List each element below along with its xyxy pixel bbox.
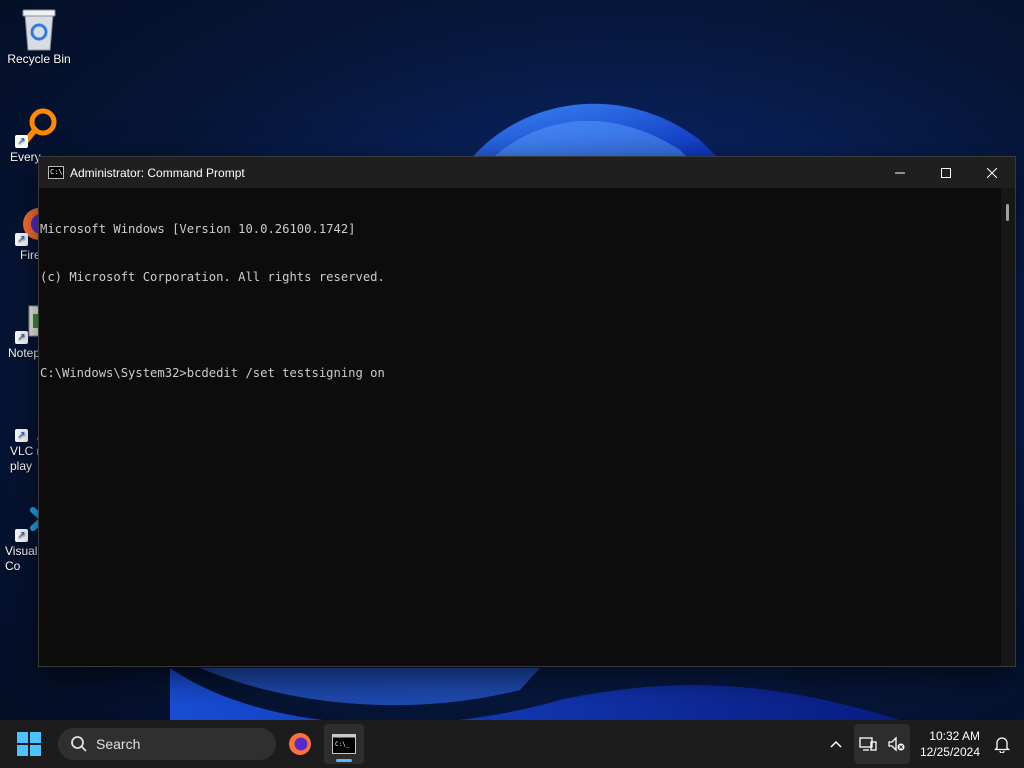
close-button[interactable]	[969, 157, 1015, 188]
bell-icon	[994, 737, 1010, 753]
scrollbar-thumb[interactable]	[1006, 204, 1009, 221]
cmd-icon: C:\_	[332, 734, 356, 754]
shortcut-arrow-icon: ↗	[15, 135, 28, 148]
shortcut-arrow-icon: ↗	[15, 233, 28, 246]
chevron-up-icon	[830, 740, 842, 748]
active-app-indicator	[336, 759, 352, 762]
shortcut-arrow-icon: ↗	[15, 429, 28, 442]
minimize-button[interactable]	[877, 157, 923, 188]
window-title: Administrator: Command Prompt	[70, 165, 245, 180]
svg-text:C:\_: C:\_	[335, 741, 350, 748]
system-tray: 10:32 AM 12/25/2024	[824, 720, 1024, 768]
show-hidden-icons-button[interactable]	[824, 735, 848, 753]
search-icon	[71, 736, 87, 752]
cmd-icon: C:\	[48, 166, 64, 179]
taskbar-search-box[interactable]: Search	[58, 728, 276, 760]
shortcut-arrow-icon: ↗	[15, 529, 28, 542]
clock-time: 10:32 AM	[929, 729, 980, 743]
window-titlebar[interactable]: C:\ Administrator: Command Prompt	[39, 157, 1015, 188]
recycle-bin-icon	[19, 8, 59, 51]
taskbar-app-firefox[interactable]	[280, 724, 320, 764]
vertical-scrollbar[interactable]	[1001, 188, 1015, 666]
maximize-icon	[941, 167, 951, 178]
minimize-icon	[895, 172, 905, 173]
console-line: Microsoft Windows [Version 10.0.26100.17…	[40, 222, 356, 236]
maximize-button[interactable]	[923, 157, 969, 188]
taskbar-clock[interactable]: 10:32 AM 12/25/2024	[920, 728, 980, 760]
desktop-icon-recycle-bin[interactable]: Recycle Bin	[0, 8, 78, 66]
console-line: (c) Microsoft Corporation. All rights re…	[40, 270, 385, 284]
clock-date: 12/25/2024	[919, 745, 980, 759]
console-command-line: C:\Windows\System32>bcdedit /set testsig…	[40, 366, 385, 380]
taskbar-app-command-prompt[interactable]: C:\_	[324, 724, 364, 764]
console-output[interactable]: Microsoft Windows [Version 10.0.26100.17…	[39, 188, 1001, 666]
network-icon	[859, 737, 877, 751]
firefox-icon	[289, 733, 311, 755]
desktop-icon-label: Recycle Bin	[7, 52, 71, 66]
quick-settings-button[interactable]	[853, 724, 910, 764]
notifications-button[interactable]	[988, 735, 1016, 753]
windows-logo-icon	[17, 732, 41, 756]
volume-muted-icon	[888, 736, 905, 752]
search-placeholder: Search	[96, 736, 141, 752]
taskbar: Search C:\_ 10:32 AM 12/25/2024	[0, 720, 1024, 768]
shortcut-arrow-icon: ↗	[15, 331, 28, 344]
start-button[interactable]	[16, 731, 46, 757]
close-icon	[987, 167, 997, 178]
command-prompt-window[interactable]: C:\ Administrator: Command Prompt Micros…	[38, 156, 1016, 667]
everything-search-icon: ↗	[15, 106, 59, 148]
